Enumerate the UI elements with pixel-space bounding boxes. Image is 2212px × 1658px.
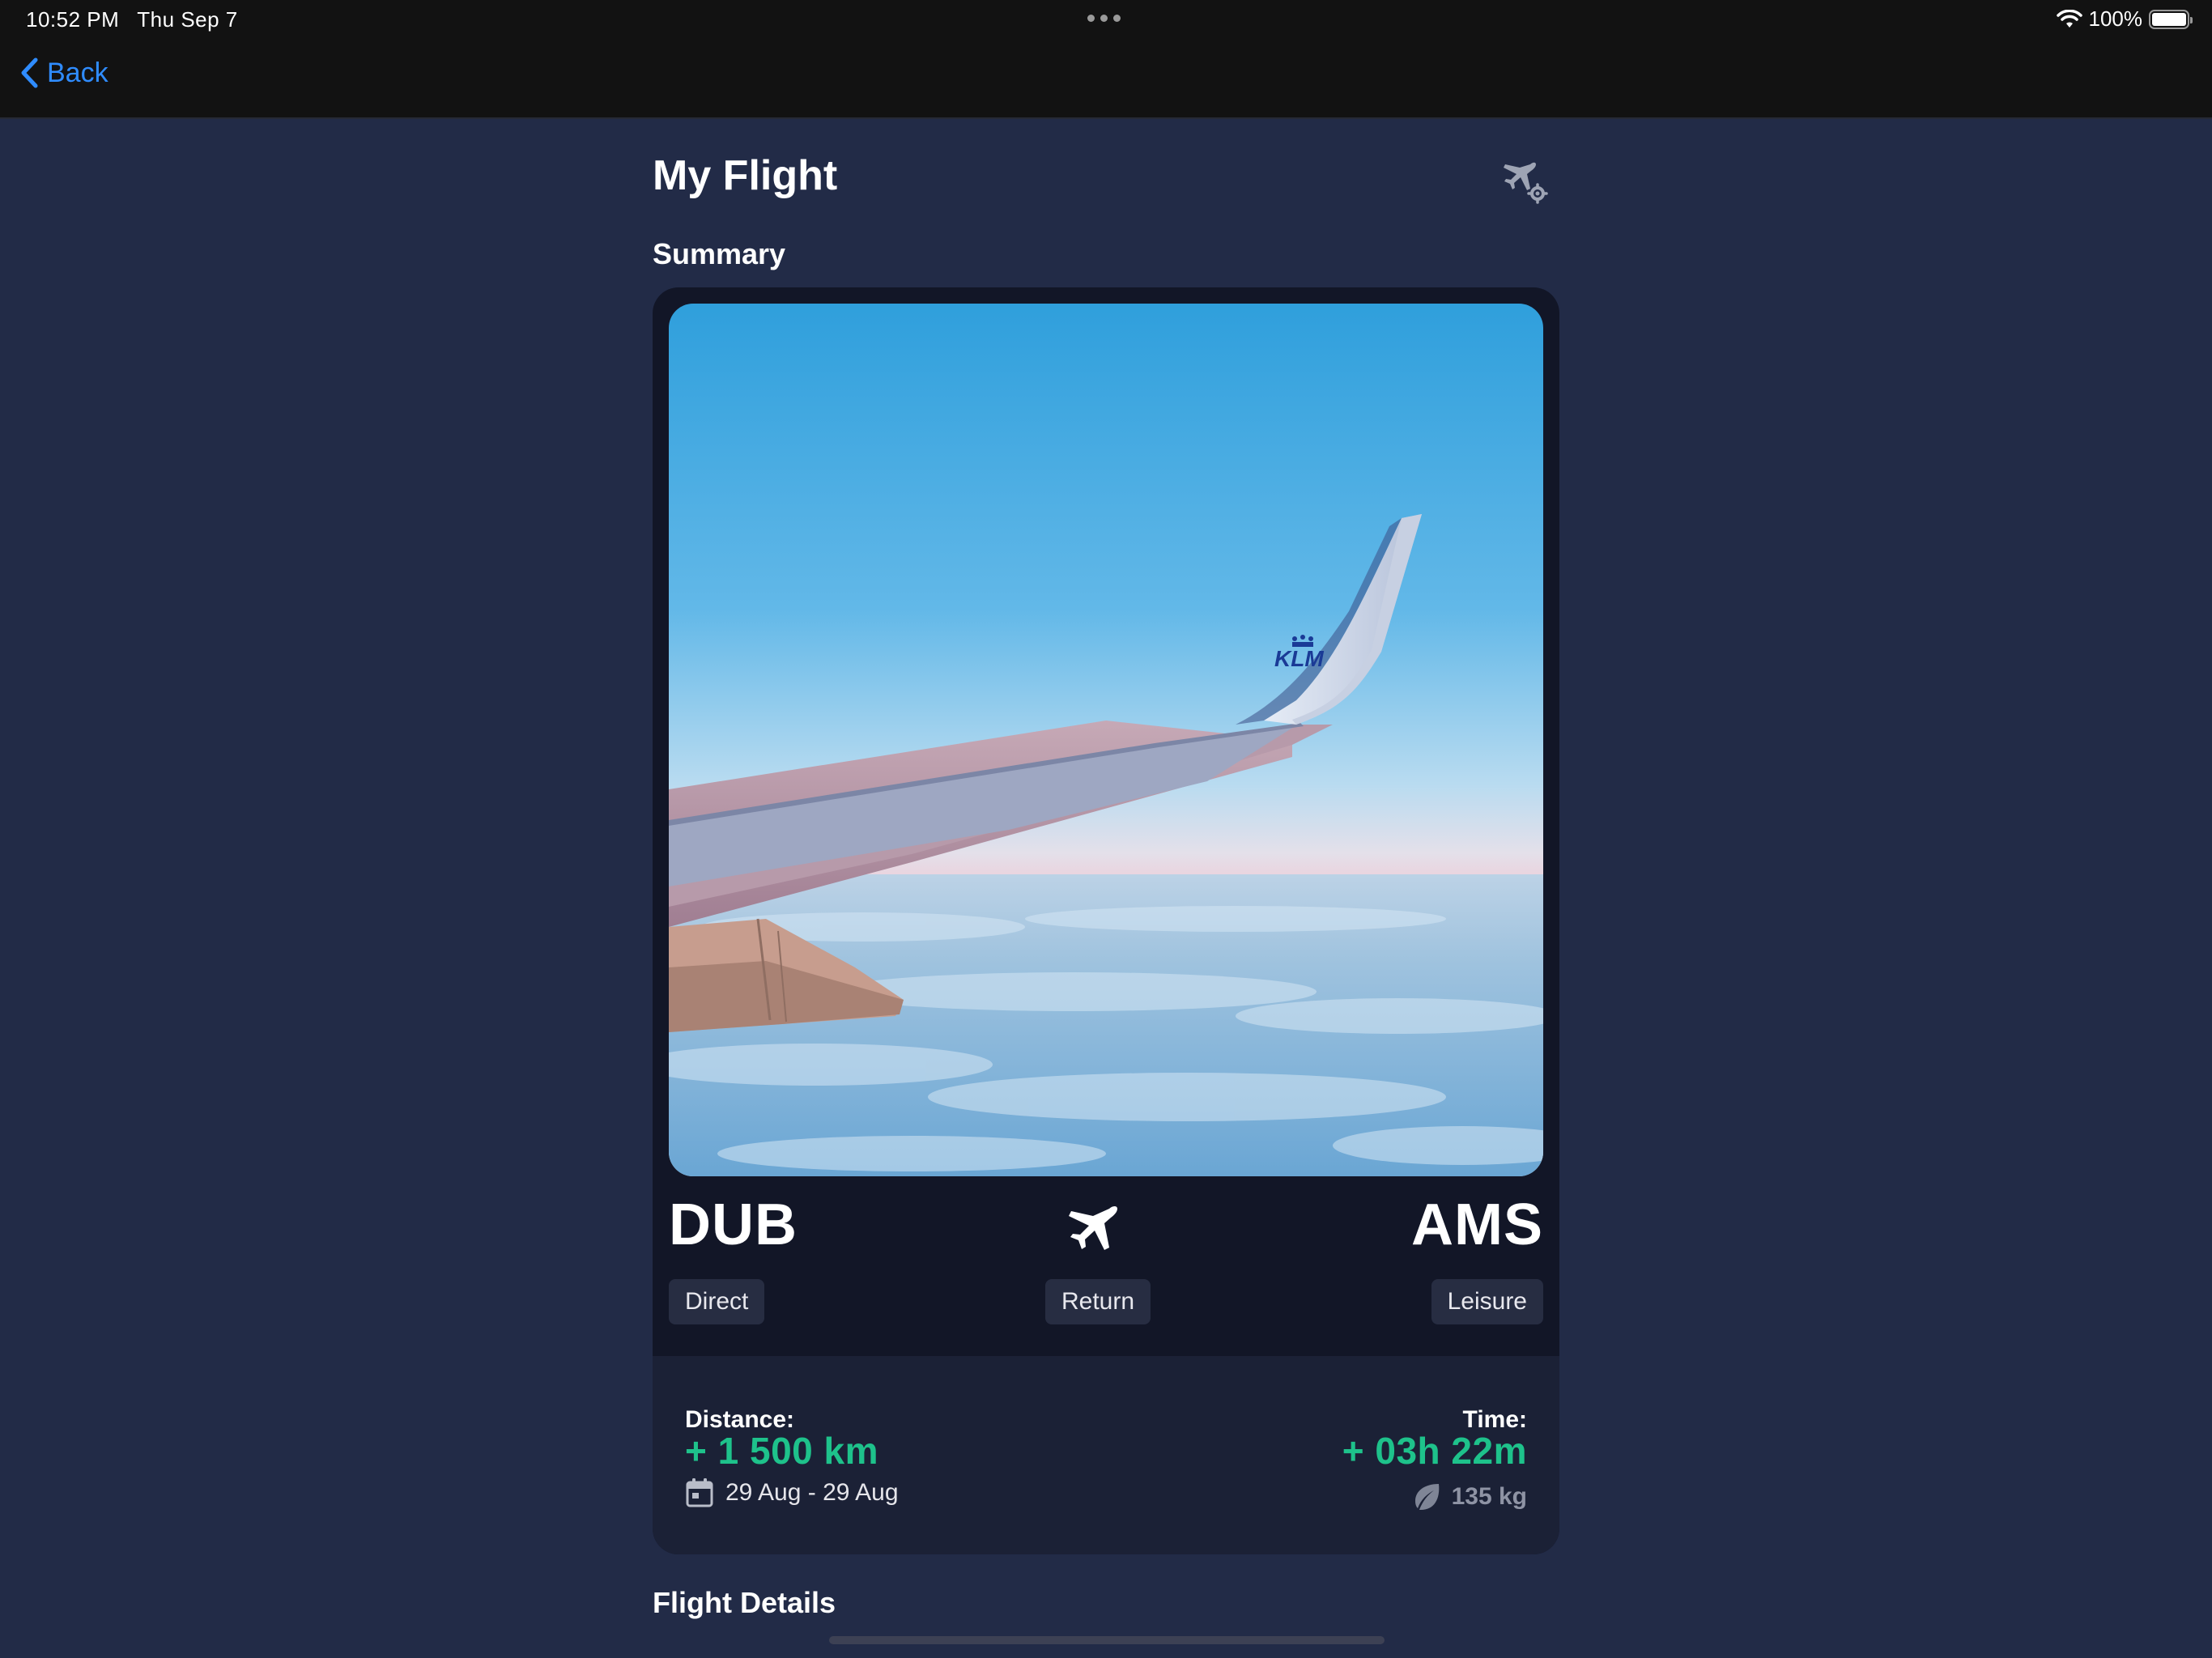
time-value: + 03h 22m <box>1342 1430 1527 1472</box>
stops-tag: Direct <box>669 1279 765 1324</box>
co2-emissions: 135 kg <box>1411 1482 1527 1512</box>
plane-gear-icon <box>1504 162 1548 204</box>
dot <box>1113 15 1121 22</box>
leaf-icon <box>1414 1484 1439 1511</box>
multitasking-dots[interactable] <box>1087 15 1121 22</box>
back-label: Back <box>47 57 108 88</box>
wifi-icon <box>2056 9 2082 28</box>
battery-percent: 100% <box>2088 6 2143 31</box>
purpose-tag: Leisure <box>1431 1279 1543 1324</box>
back-button[interactable]: Back <box>19 57 108 89</box>
dot <box>1100 15 1108 22</box>
home-indicator[interactable] <box>829 1636 1385 1644</box>
flight-details-title: Flight Details <box>653 1586 836 1619</box>
svg-text:KLM: KLM <box>1274 646 1324 671</box>
flight-stats: Distance: + 1 500 km Time: + 03h 22m 29 … <box>653 1356 1559 1554</box>
flight-summary-card[interactable]: KLM DUB AMS Direct Return Leisure Distan… <box>653 287 1559 1554</box>
flight-settings-button[interactable] <box>1499 156 1548 205</box>
page-title: My Flight <box>653 152 838 199</box>
distance-value: + 1 500 km <box>685 1430 879 1472</box>
status-time: 10:52 PM <box>26 7 120 32</box>
airplane-icon <box>1069 1206 1117 1250</box>
calendar-icon <box>686 1478 713 1507</box>
origin-airport-code: DUB <box>669 1192 798 1257</box>
dates-text: 29 Aug - 29 Aug <box>725 1479 899 1506</box>
dot <box>1087 15 1095 22</box>
destination-airport-code: AMS <box>1411 1192 1543 1257</box>
trip-type-tag: Return <box>1045 1279 1151 1324</box>
battery-icon <box>2149 9 2193 29</box>
chevron-left-icon <box>21 57 38 88</box>
status-clock: 10:52 PM Thu Sep 7 <box>26 7 238 32</box>
summary-title: Summary <box>653 237 786 270</box>
emissions-value: 135 kg <box>1451 1483 1527 1510</box>
flight-dates: 29 Aug - 29 Aug <box>685 1477 899 1508</box>
flight-photo: KLM <box>669 304 1543 1176</box>
status-date: Thu Sep 7 <box>137 7 238 32</box>
status-indicators: 100% <box>2056 6 2193 32</box>
top-bar: 10:52 PM Thu Sep 7 100% Back <box>0 0 2212 119</box>
